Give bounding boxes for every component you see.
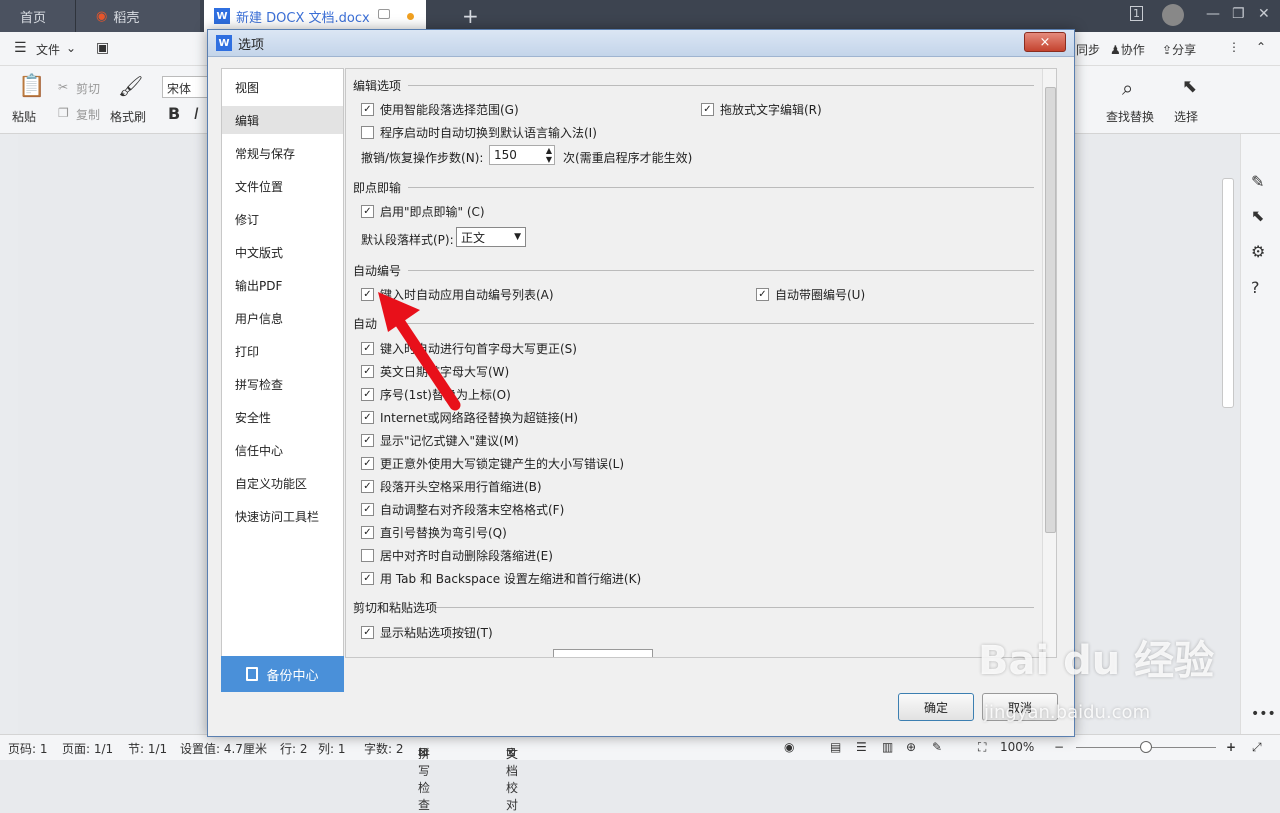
- baidu-watermark: Bai du 经验: [978, 638, 1215, 684]
- dialog-overlay: W 选项 × 视图 编辑 常规与保存 文件位置 修订 中文版式 输出PDF 用户…: [0, 0, 1280, 760]
- baidu-watermark-url: jingyan.baidu.com: [984, 702, 1151, 723]
